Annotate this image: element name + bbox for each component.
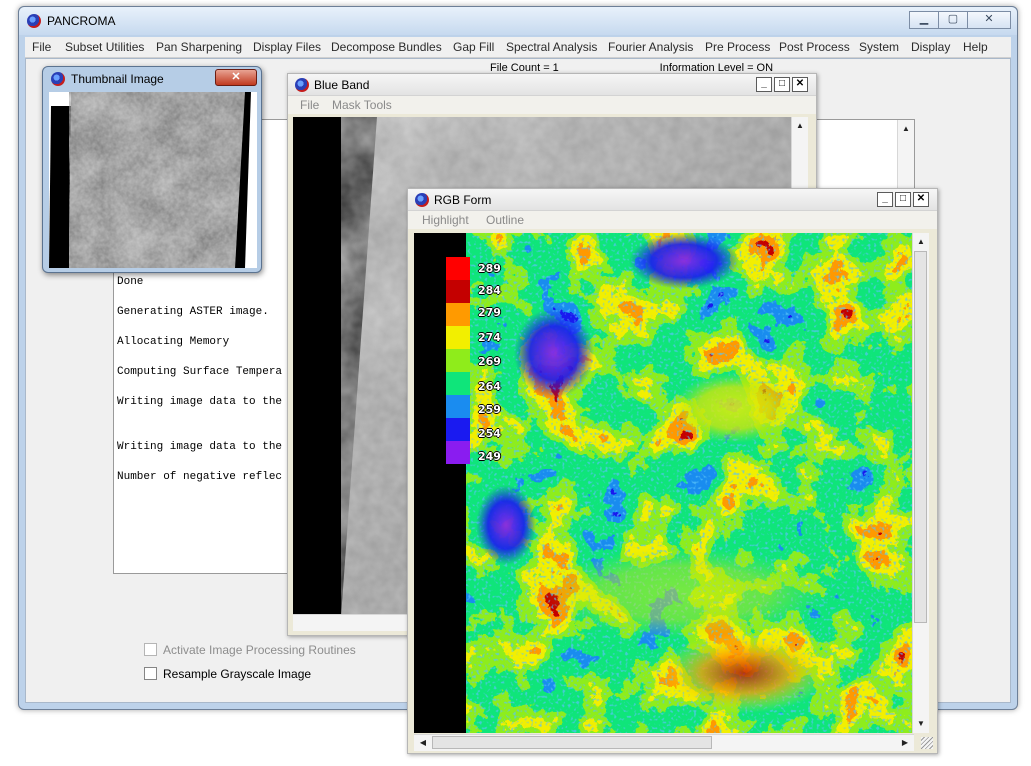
close-button[interactable]: ✕ [215, 69, 257, 86]
thumbnail-svg [49, 92, 257, 268]
legend-label: 249 [478, 450, 501, 463]
menu-system[interactable]: System [859, 40, 899, 54]
activate-processing-option[interactable]: Activate Image Processing Routines [144, 643, 356, 657]
legend-swatch-264 [446, 372, 470, 395]
resample-grayscale-option[interactable]: Resample Grayscale Image [144, 667, 311, 681]
menu-subset-utilities[interactable]: Subset Utilities [65, 40, 144, 54]
legend-label: 289 [478, 262, 501, 275]
pancroma-icon [415, 193, 429, 207]
rgb-form-hscrollbar[interactable]: ◀ ▶ [414, 734, 914, 751]
scroll-up-arrow-icon[interactable]: ▲ [793, 119, 807, 133]
scroll-down-arrow-icon[interactable]: ▼ [914, 717, 928, 731]
minimize-button[interactable]: _ [877, 192, 893, 207]
resample-grayscale-checkbox[interactable] [144, 667, 157, 680]
log-line: Computing Surface Tempera [117, 366, 283, 378]
rgb-menu-highlight[interactable]: Highlight [422, 213, 469, 227]
menu-file[interactable]: File [32, 40, 51, 54]
log-line: Number of negative reflec [117, 471, 283, 483]
rgb-form-title: RGB Form [434, 193, 492, 207]
activate-processing-label: Activate Image Processing Routines [163, 643, 356, 657]
minimize-button[interactable]: ▁ [909, 11, 939, 29]
blue-band-controls: _ □ ✕ [754, 77, 808, 92]
legend-label: 274 [478, 331, 501, 344]
scroll-up-arrow-icon[interactable]: ▲ [899, 122, 913, 136]
pancroma-icon [51, 72, 65, 86]
close-button[interactable]: ✕ [792, 77, 808, 92]
rgb-form-titlebar[interactable]: RGB Form _ □ ✕ [408, 189, 937, 211]
legend-label: 259 [478, 403, 501, 416]
legend-label: 264 [478, 380, 501, 393]
rgb-form-menu: Highlight Outline [408, 211, 937, 229]
log-line: Writing image data to the [117, 441, 283, 453]
legend-swatch-259 [446, 395, 470, 418]
menu-spectral-analysis[interactable]: Spectral Analysis [506, 40, 597, 54]
legend-label: 284 [478, 284, 501, 297]
minimize-button[interactable]: _ [756, 77, 772, 92]
window-title: PANCROMA [47, 14, 116, 28]
legend-label: 254 [478, 427, 501, 440]
maximize-button[interactable]: □ [774, 77, 790, 92]
maximize-button[interactable]: ▢ [938, 11, 968, 29]
blue-band-title: Blue Band [314, 78, 370, 92]
legend-swatch-279 [446, 303, 470, 326]
close-button[interactable]: ✕ [913, 192, 929, 207]
thumbnail-title: Thumbnail Image [71, 72, 164, 86]
main-titlebar[interactable]: PANCROMA ▁ ▢ ✕ [19, 7, 1017, 35]
scroll-up-arrow-icon[interactable]: ▲ [914, 235, 928, 249]
menu-gap-fill[interactable]: Gap Fill [453, 40, 494, 54]
blue-menu-mask-tools[interactable]: Mask Tools [332, 98, 392, 112]
blue-band-titlebar[interactable]: Blue Band _ □ ✕ [288, 74, 816, 96]
legend-label: 269 [478, 355, 501, 368]
window-controls: ▁ ▢ ✕ [909, 11, 1011, 29]
pancroma-icon [295, 78, 309, 92]
blue-menu-file[interactable]: File [300, 98, 319, 112]
pancroma-icon [27, 14, 41, 28]
menu-pre-process[interactable]: Pre Process [705, 40, 770, 54]
menu-display-files[interactable]: Display Files [253, 40, 321, 54]
menu-fourier-analysis[interactable]: Fourier Analysis [608, 40, 693, 54]
legend-swatch-269 [446, 349, 470, 372]
close-button[interactable]: ✕ [967, 11, 1011, 29]
resample-grayscale-label: Resample Grayscale Image [163, 667, 312, 681]
legend-swatch-249 [446, 441, 470, 464]
resize-grip-icon[interactable] [921, 737, 933, 749]
rgb-form-controls: _ □ ✕ [875, 192, 929, 207]
rgb-form-vscrollbar[interactable]: ▲ ▼ [912, 233, 929, 733]
menu-post-process[interactable]: Post Process [779, 40, 850, 54]
log-line: Allocating Memory [117, 336, 230, 348]
menu-help[interactable]: Help [963, 40, 988, 54]
legend-swatch-274 [446, 326, 470, 349]
menu-pan-sharpening[interactable]: Pan Sharpening [156, 40, 242, 54]
scroll-left-arrow-icon[interactable]: ◀ [416, 736, 430, 750]
menu-decompose-bundles[interactable]: Decompose Bundles [331, 40, 442, 54]
legend-swatch-289 [446, 257, 470, 280]
log-line: Done [117, 276, 144, 288]
menu-display[interactable]: Display [911, 40, 950, 54]
blue-band-menu: File Mask Tools [288, 96, 816, 114]
hscroll-thumb[interactable] [432, 736, 712, 749]
activate-processing-checkbox[interactable] [144, 643, 157, 656]
thumbnail-image[interactable] [49, 92, 257, 268]
scroll-right-arrow-icon[interactable]: ▶ [898, 736, 912, 750]
menu-bar: File Subset Utilities Pan Sharpening Dis… [25, 37, 1011, 58]
rgb-form-window: RGB Form _ □ ✕ Highlight Outline 289 284… [407, 188, 938, 754]
legend-label: 279 [478, 306, 501, 319]
vscroll-thumb[interactable] [914, 251, 927, 623]
log-line: Writing image data to the [117, 396, 283, 408]
log-line: Generating ASTER image. [117, 306, 269, 318]
legend-swatch-284 [446, 280, 470, 303]
legend-swatch-254 [446, 418, 470, 441]
maximize-button[interactable]: □ [895, 192, 911, 207]
rgb-menu-outline[interactable]: Outline [486, 213, 524, 227]
thumbnail-window: Thumbnail Image ✕ [42, 66, 262, 273]
